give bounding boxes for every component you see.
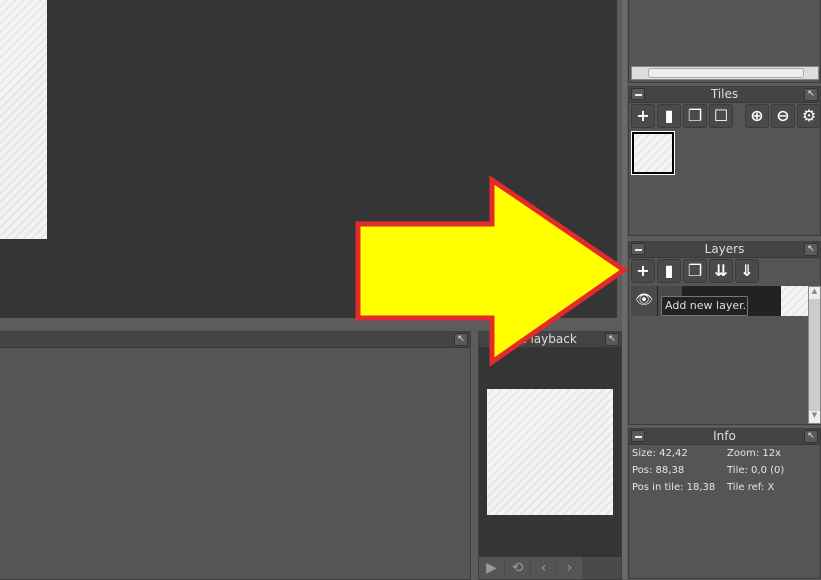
- arrow-shape: [355, 175, 629, 367]
- annotation-arrow: [355, 175, 629, 367]
